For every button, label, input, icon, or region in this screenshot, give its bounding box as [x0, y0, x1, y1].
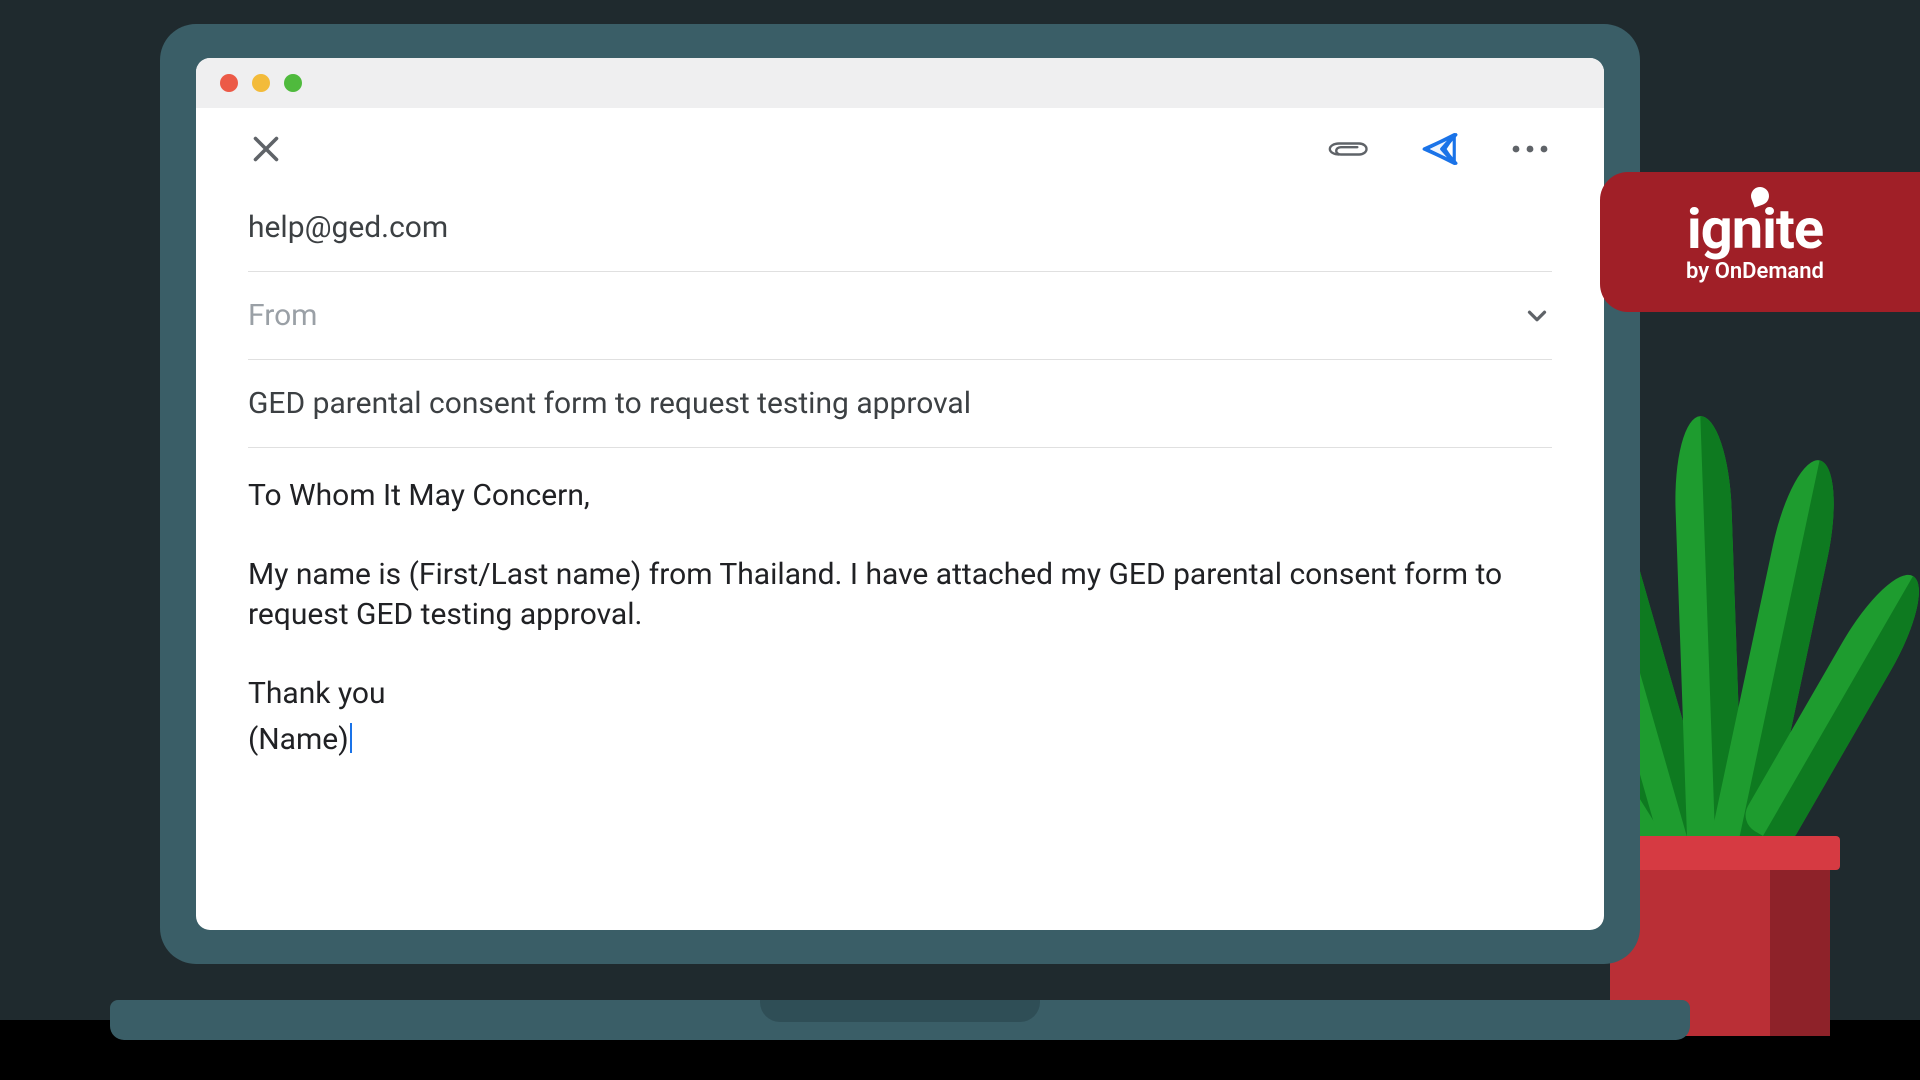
window-titlebar — [196, 58, 1604, 108]
more-icon[interactable] — [1508, 143, 1552, 155]
to-field[interactable]: help@ged.com — [248, 184, 1552, 272]
laptop-frame: help@ged.com From GED parental consent f… — [160, 24, 1640, 964]
email-body[interactable]: To Whom It May Concern, My name is (Firs… — [196, 448, 1604, 795]
from-label: From — [248, 298, 318, 333]
to-value: help@ged.com — [248, 210, 448, 245]
body-signature: (Name) — [248, 720, 1552, 761]
window-minimize-dot[interactable] — [252, 74, 270, 92]
subject-value: GED parental consent form to request tes… — [248, 386, 971, 421]
compose-fields: help@ged.com From GED parental consent f… — [196, 184, 1604, 448]
body-paragraph: My name is (First/Last name) from Thaila… — [248, 555, 1552, 636]
window-close-dot[interactable] — [220, 74, 238, 92]
email-compose-window: help@ged.com From GED parental consent f… — [196, 58, 1604, 930]
paperclip-icon[interactable] — [1328, 132, 1372, 166]
from-field[interactable]: From — [248, 272, 1552, 360]
laptop-notch — [760, 1000, 1040, 1022]
badge-sub: by OnDemand — [1686, 259, 1824, 284]
compose-toolbar — [196, 108, 1604, 184]
send-icon[interactable] — [1418, 130, 1462, 168]
body-closing: Thank you — [248, 674, 1552, 715]
subject-field[interactable]: GED parental consent form to request tes… — [248, 360, 1552, 448]
ignite-badge: ignite by OnDemand — [1600, 172, 1920, 312]
close-icon[interactable] — [248, 131, 284, 167]
text-cursor — [350, 723, 352, 753]
chevron-down-icon[interactable] — [1522, 301, 1552, 331]
body-greeting: To Whom It May Concern, — [248, 476, 1552, 517]
badge-brand: ignite — [1687, 201, 1823, 257]
laptop-base — [110, 1000, 1690, 1040]
window-zoom-dot[interactable] — [284, 74, 302, 92]
